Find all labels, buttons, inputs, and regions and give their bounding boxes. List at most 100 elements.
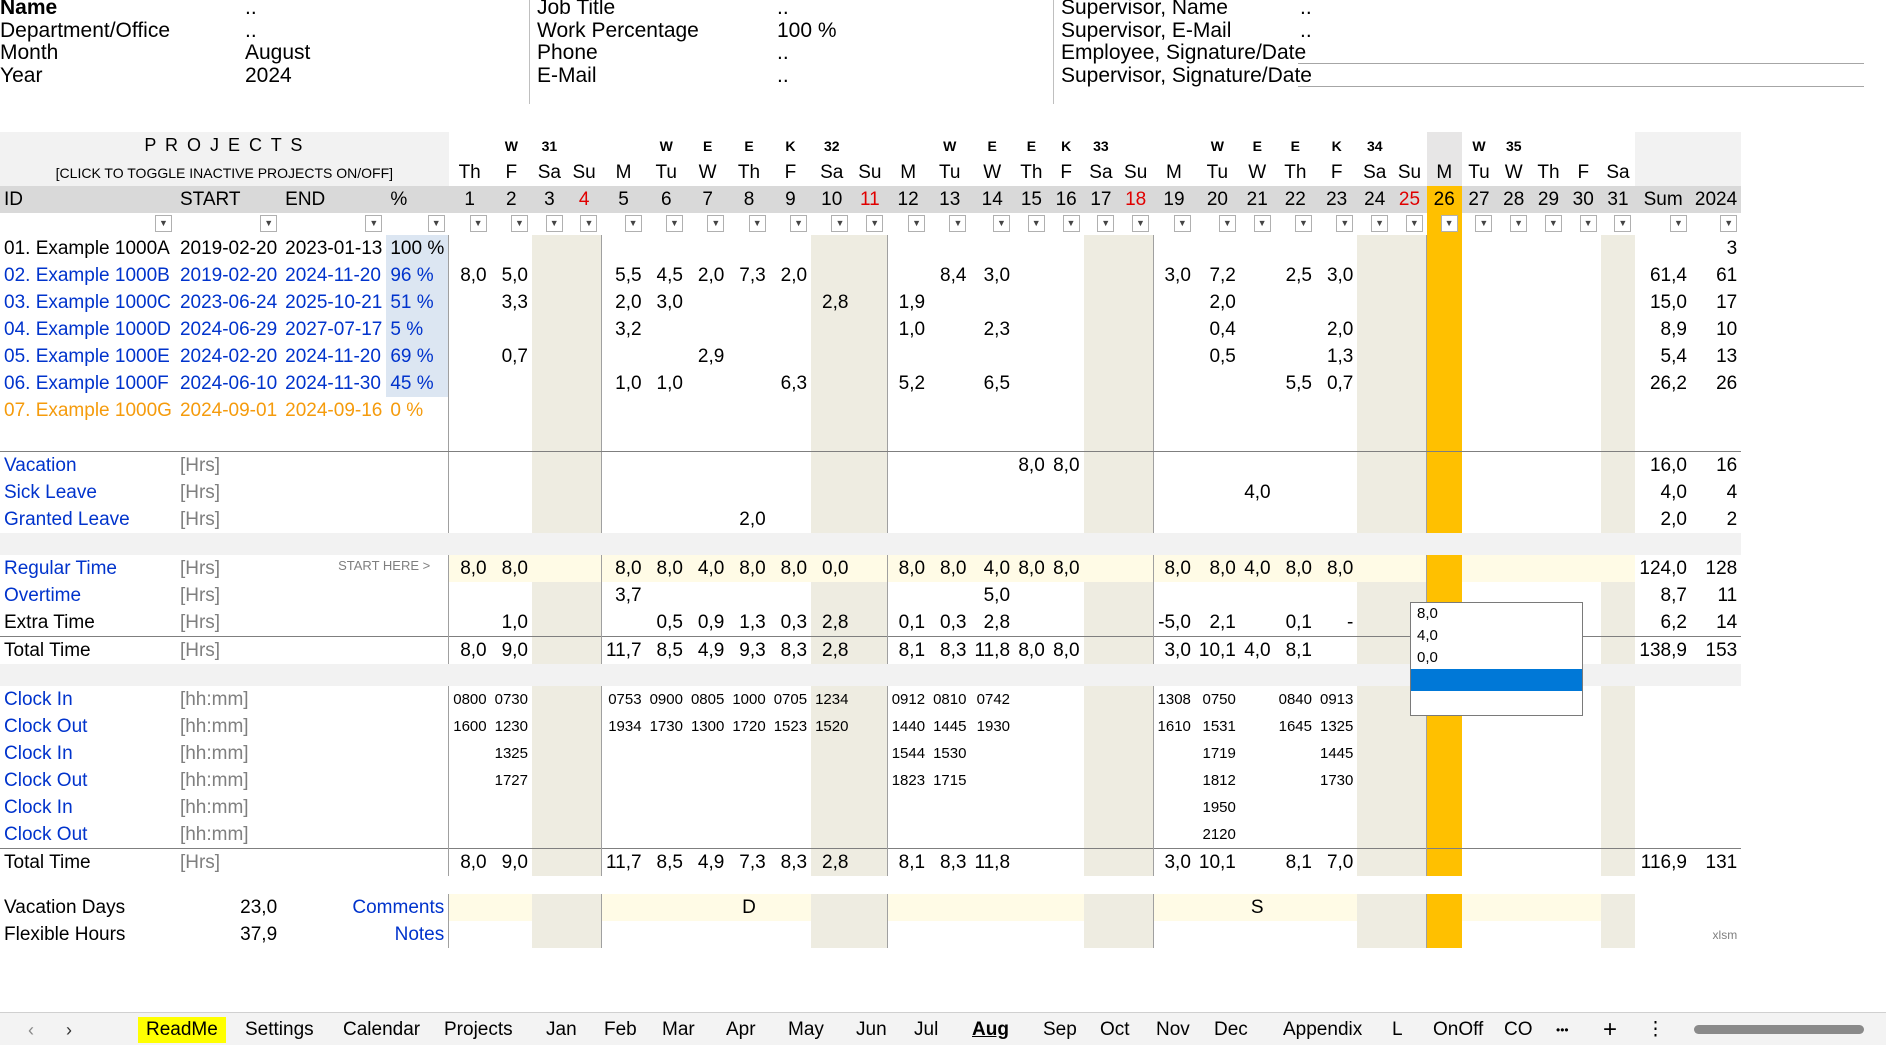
day-cell[interactable]: [1049, 506, 1084, 533]
day-cell[interactable]: [1461, 894, 1497, 921]
day-cell[interactable]: 1823: [886, 767, 930, 794]
day-cell[interactable]: [1083, 713, 1119, 740]
day-cell[interactable]: [531, 370, 567, 397]
day-cell[interactable]: [448, 235, 491, 262]
day-cell[interactable]: [1565, 424, 1601, 452]
day-cell[interactable]: [852, 397, 888, 424]
filter-dropdown-icon[interactable]: ▼: [665, 215, 683, 233]
sheet-tab-calendar[interactable]: Calendar: [335, 1017, 428, 1043]
sheet-tab-jan[interactable]: Jan: [538, 1017, 585, 1043]
day-cell[interactable]: 8,0: [448, 262, 491, 289]
filter-dropdown-icon[interactable]: ▼: [624, 215, 642, 233]
day-cell[interactable]: [531, 821, 567, 849]
day-cell[interactable]: [811, 821, 853, 849]
day-cell[interactable]: 2,8: [811, 636, 853, 664]
day-cell[interactable]: [852, 582, 888, 609]
day-cell[interactable]: [531, 740, 567, 767]
day-cell[interactable]: [811, 451, 853, 479]
day-cell[interactable]: [1600, 794, 1636, 821]
day-cell[interactable]: [770, 767, 811, 794]
day-cell[interactable]: [1240, 235, 1275, 262]
day-cell[interactable]: [1152, 582, 1195, 609]
day-cell[interactable]: [687, 767, 728, 794]
day-cell[interactable]: [600, 921, 646, 948]
day-cell[interactable]: [566, 451, 602, 479]
day-cell[interactable]: [1049, 582, 1084, 609]
day-cell[interactable]: [770, 397, 811, 424]
day-cell[interactable]: [728, 235, 769, 262]
day-cell[interactable]: 1610: [1152, 713, 1195, 740]
day-cell[interactable]: [687, 452, 728, 480]
day-cell[interactable]: [1195, 479, 1240, 506]
day-cell[interactable]: [448, 479, 491, 506]
day-cell[interactable]: [728, 921, 769, 948]
day-cell[interactable]: 0810: [929, 686, 970, 713]
day-cell[interactable]: [687, 821, 728, 849]
day-cell[interactable]: [811, 235, 853, 262]
day-cell[interactable]: [1462, 343, 1497, 370]
row-label[interactable]: Regular Time: [0, 555, 176, 582]
sheet-tab-settings[interactable]: Settings: [237, 1017, 322, 1043]
day-cell[interactable]: 5,0: [970, 582, 1014, 609]
day-cell[interactable]: [1392, 740, 1427, 767]
day-cell[interactable]: 8,0: [1152, 555, 1195, 582]
day-cell[interactable]: [852, 451, 888, 479]
day-cell[interactable]: [1357, 821, 1393, 849]
project-start[interactable]: 2023-06-24: [176, 289, 281, 316]
day-cell[interactable]: [1357, 582, 1393, 609]
day-cell[interactable]: 0805: [687, 686, 728, 713]
day-cell[interactable]: [1049, 235, 1084, 262]
filter-dropdown-icon[interactable]: ▼: [1440, 215, 1458, 233]
day-cell[interactable]: 2,8: [811, 289, 853, 316]
day-cell[interactable]: [531, 424, 567, 452]
day-cell[interactable]: [1531, 894, 1566, 921]
day-cell[interactable]: [1392, 821, 1427, 849]
day-cell[interactable]: [929, 397, 970, 424]
day-cell[interactable]: [929, 235, 970, 262]
day-cell[interactable]: 1520: [811, 713, 853, 740]
day-cell[interactable]: [1240, 582, 1275, 609]
day-cell[interactable]: [1049, 262, 1084, 289]
day-cell[interactable]: [1274, 894, 1316, 921]
filter-dropdown-icon[interactable]: ▼: [1062, 215, 1080, 233]
row-label[interactable]: Sick Leave: [0, 479, 176, 506]
day-cell[interactable]: [1600, 343, 1636, 370]
day-cell[interactable]: [1600, 555, 1636, 582]
day-cell[interactable]: [1600, 894, 1636, 921]
day-cell[interactable]: 7,0: [1316, 849, 1357, 877]
day-cell[interactable]: [1600, 767, 1636, 794]
day-cell[interactable]: [811, 740, 853, 767]
day-cell[interactable]: [1531, 767, 1566, 794]
day-cell[interactable]: [1392, 451, 1427, 479]
day-cell[interactable]: [886, 921, 930, 948]
day-cell[interactable]: [728, 740, 769, 767]
day-cell[interactable]: [770, 235, 811, 262]
day-cell[interactable]: [852, 555, 888, 582]
day-cell[interactable]: [1566, 921, 1601, 948]
sheet-tab-jul[interactable]: Jul: [906, 1017, 946, 1043]
day-cell[interactable]: [491, 316, 532, 343]
day-cell[interactable]: [1118, 609, 1154, 637]
day-cell[interactable]: 1,9: [886, 289, 930, 316]
day-cell[interactable]: [1316, 479, 1357, 506]
day-cell[interactable]: 3,0: [1152, 262, 1195, 289]
project-start[interactable]: 2024-06-10: [176, 370, 281, 397]
day-cell[interactable]: [1118, 262, 1154, 289]
day-cell[interactable]: [600, 767, 646, 794]
day-cell[interactable]: [1392, 343, 1427, 370]
day-cell[interactable]: [1195, 397, 1240, 424]
day-cell[interactable]: [1565, 894, 1601, 921]
day-cell[interactable]: [491, 582, 532, 609]
day-cell[interactable]: 3,3: [491, 289, 532, 316]
day-cell[interactable]: [1240, 262, 1275, 289]
day-cell[interactable]: 2,0: [1195, 289, 1240, 316]
row-label[interactable]: Clock Out: [0, 821, 176, 849]
day-cell[interactable]: [1426, 424, 1462, 452]
day-cell[interactable]: [1152, 451, 1195, 479]
day-cell[interactable]: 1,3: [728, 609, 769, 637]
row-label[interactable]: Granted Leave: [0, 506, 176, 533]
day-cell[interactable]: [852, 316, 888, 343]
day-cell[interactable]: [970, 894, 1015, 921]
filter-dropdown-icon[interactable]: ▼: [748, 215, 766, 233]
day-cell[interactable]: [1462, 370, 1497, 397]
